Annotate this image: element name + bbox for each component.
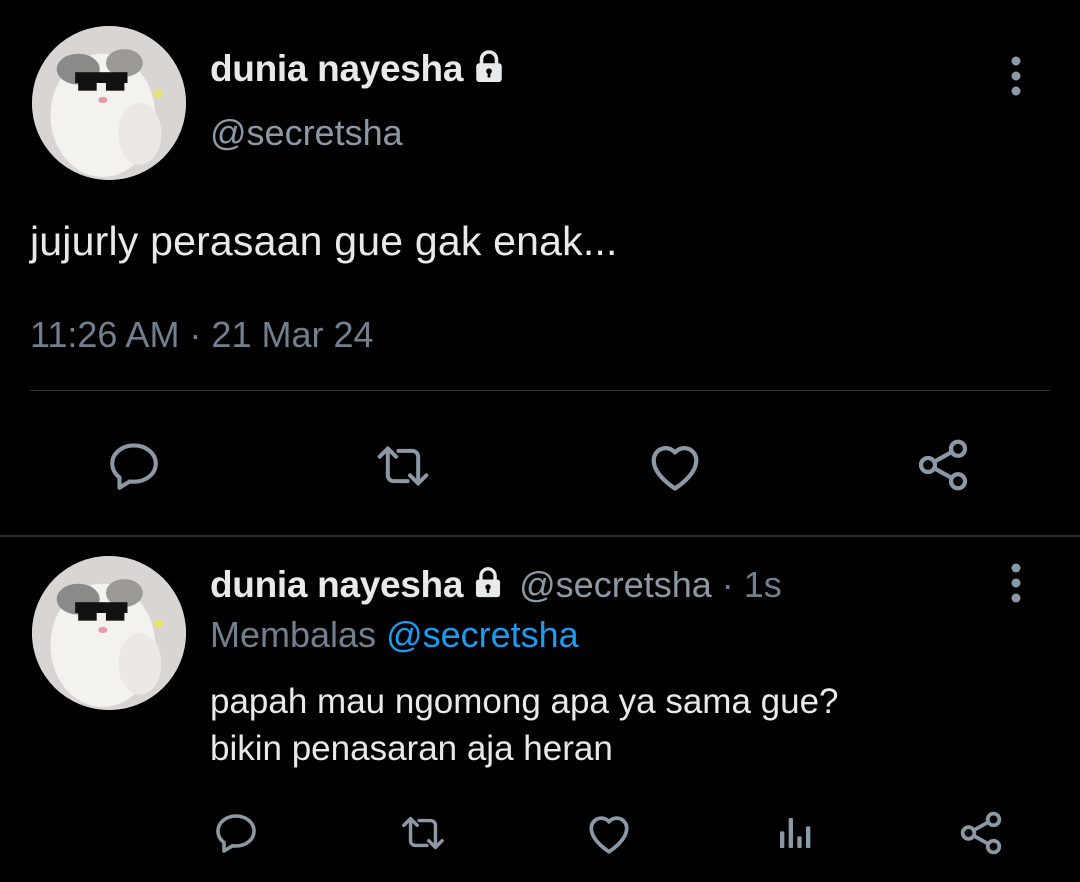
reply-text-line: bikin penasaran aja heran bbox=[210, 729, 613, 768]
retweet-icon[interactable] bbox=[394, 808, 452, 858]
replying-to: Membalas @secretsha bbox=[210, 614, 579, 656]
like-icon[interactable] bbox=[582, 808, 636, 858]
more-options-icon[interactable] bbox=[1004, 562, 1028, 604]
analytics-icon[interactable] bbox=[772, 810, 818, 856]
lock-icon bbox=[471, 49, 507, 90]
like-icon[interactable] bbox=[644, 436, 706, 496]
reply-text-line: papah mau ngomong apa ya sama gue? bbox=[210, 682, 839, 721]
author-handle[interactable]: @secretsha bbox=[210, 112, 403, 154]
divider bbox=[0, 535, 1080, 537]
replying-to-label: Membalas bbox=[210, 614, 377, 655]
avatar[interactable] bbox=[32, 556, 186, 710]
reply-text: papah mau ngomong apa ya sama gue? bikin… bbox=[210, 678, 839, 772]
author-handle[interactable]: @secretsha bbox=[519, 564, 712, 606]
author-display-name[interactable]: dunia nayesha bbox=[210, 564, 463, 606]
reply-author-row: dunia nayesha @secretsha · 1s bbox=[210, 564, 782, 606]
time-ago[interactable]: · 1s bbox=[722, 564, 782, 606]
tweet-timestamp[interactable]: 11:26 AM · 21 Mar 24 bbox=[30, 314, 374, 356]
share-icon[interactable] bbox=[954, 806, 1008, 860]
lock-icon bbox=[471, 566, 505, 605]
share-icon[interactable] bbox=[912, 434, 974, 496]
divider bbox=[30, 390, 1050, 391]
author-name-row: dunia nayesha bbox=[210, 48, 507, 90]
retweet-icon[interactable] bbox=[370, 436, 436, 496]
reply-icon[interactable] bbox=[104, 436, 164, 496]
avatar[interactable] bbox=[32, 26, 186, 180]
more-options-icon[interactable] bbox=[1004, 55, 1028, 97]
author-display-name[interactable]: dunia nayesha bbox=[210, 48, 463, 90]
reply-icon[interactable] bbox=[210, 808, 262, 858]
replying-to-mention[interactable]: @secretsha bbox=[386, 614, 579, 655]
tweet-text: jujurly perasaan gue gak enak... bbox=[30, 218, 618, 264]
